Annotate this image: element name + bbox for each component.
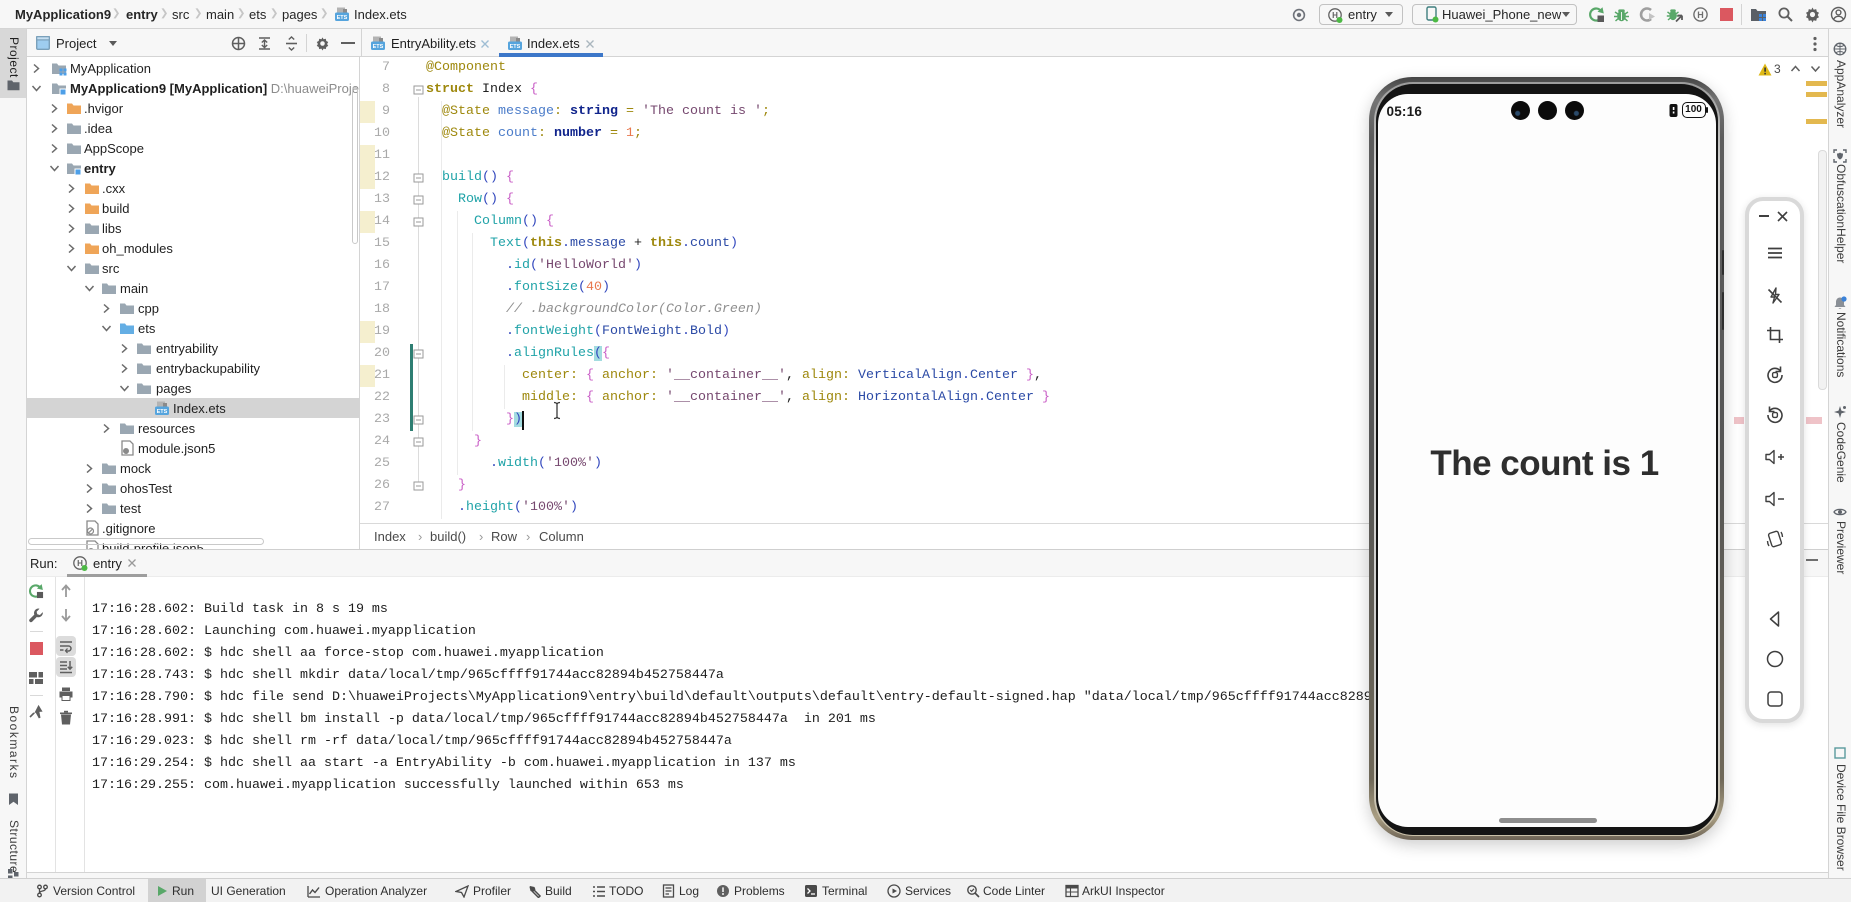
svg-text:ETS: ETS (337, 15, 348, 21)
svg-text:H: H (1697, 10, 1704, 20)
svg-text:ETS: ETS (510, 44, 521, 50)
svg-text:ETS: ETS (373, 44, 384, 50)
